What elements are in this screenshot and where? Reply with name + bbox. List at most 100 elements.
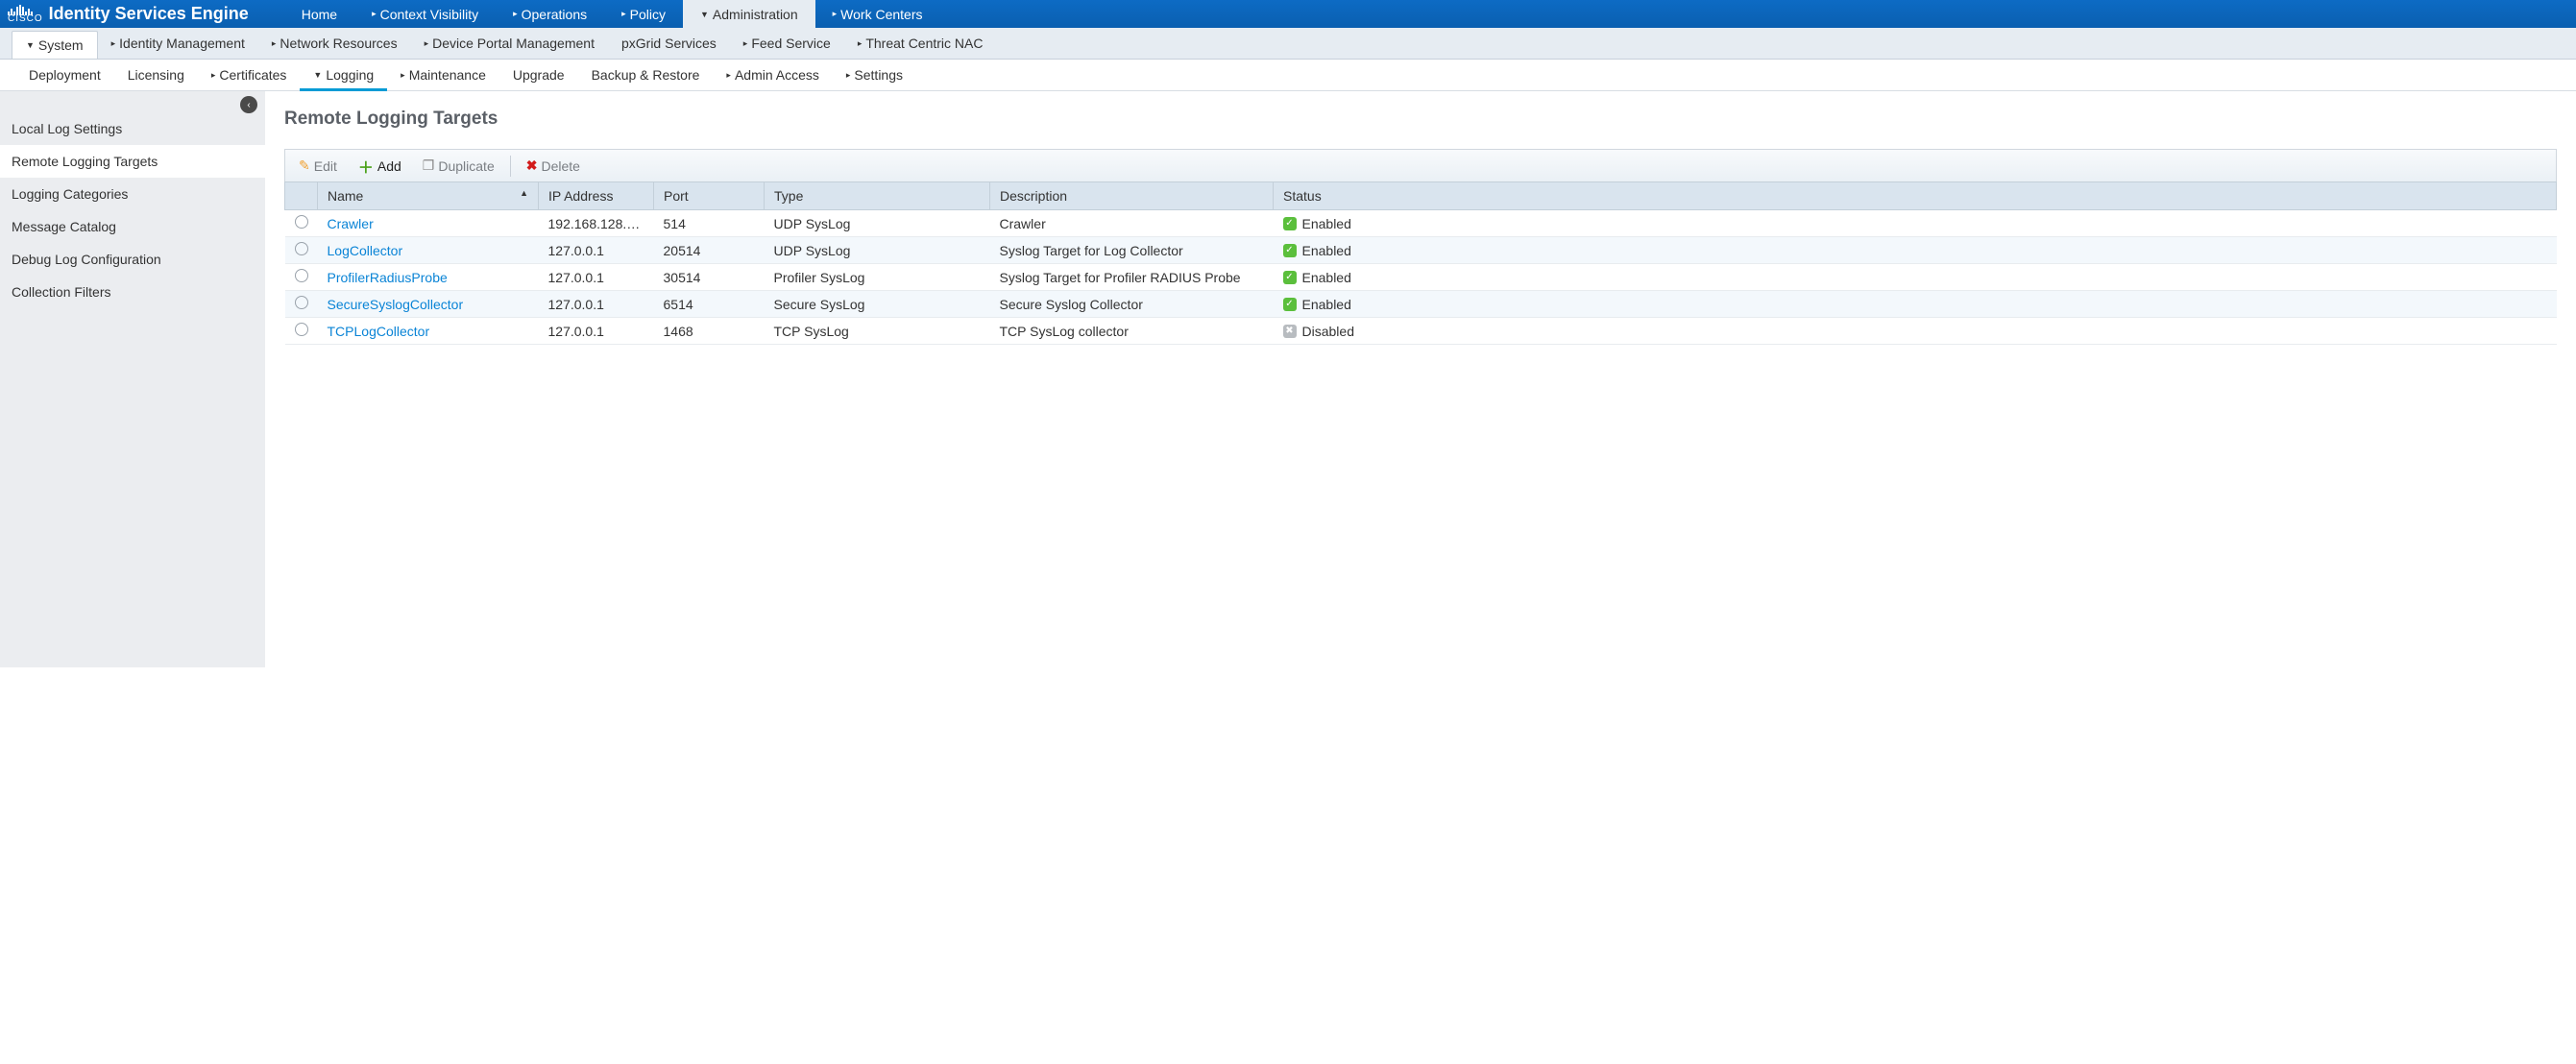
subsubnav-backup-&-restore[interactable]: Backup & Restore <box>578 60 714 90</box>
subsubnav-maintenance[interactable]: ▸Maintenance <box>387 60 499 90</box>
edit-label: Edit <box>314 158 337 174</box>
caret-right-icon: ▸ <box>372 9 377 19</box>
subsubnav-upgrade[interactable]: Upgrade <box>499 60 578 90</box>
disabled-icon: ✖ <box>1283 325 1297 338</box>
row-radio[interactable] <box>295 269 308 282</box>
page-title: Remote Logging Targets <box>284 109 2557 130</box>
subnav-threat-centric-nac[interactable]: ▸Threat Centric NAC <box>844 28 997 59</box>
subsubnav-admin-access[interactable]: ▸ Admin Access <box>713 60 832 90</box>
col-ip-label: IP Address <box>548 188 613 204</box>
nav-label: Threat Centric NAC <box>865 36 983 51</box>
duplicate-label: Duplicate <box>438 158 494 174</box>
delete-label: Delete <box>541 158 579 174</box>
target-name-link[interactable]: Crawler <box>328 216 374 231</box>
plus-icon: ＋ <box>358 155 374 178</box>
add-label: Add <box>377 158 401 174</box>
col-name[interactable]: Name ▲ <box>318 182 539 210</box>
targets-table: Name ▲ IP Address Port Type Description … <box>284 181 2557 345</box>
add-button[interactable]: ＋ Add <box>351 152 409 181</box>
subnav-feed-service[interactable]: ▸Feed Service <box>730 28 844 59</box>
topnav-administration[interactable]: ▼ Administration <box>683 0 815 28</box>
topnav-operations[interactable]: ▸Operations <box>496 0 604 28</box>
col-status[interactable]: Status <box>1274 182 2557 210</box>
nav-label: Context Visibility <box>380 7 478 22</box>
nav-label: Operations <box>522 7 587 22</box>
top-nav: Home▸Context Visibility▸Operations▸Polic… <box>284 0 940 28</box>
sub-sub-nav: Deployment Licensing ▸Certificates▼Logging… <box>0 60 2576 91</box>
nav-label: Feed Service <box>751 36 830 51</box>
col-type[interactable]: Type <box>765 182 990 210</box>
toolbar-separator <box>510 156 511 177</box>
status-text: Enabled <box>1302 270 1351 285</box>
topnav-home[interactable]: Home <box>284 0 354 28</box>
cell-description: TCP SysLog collector <box>990 318 1274 345</box>
nav-label: Licensing <box>128 67 184 83</box>
topnav-policy[interactable]: ▸Policy <box>604 0 683 28</box>
nav-label: Backup & Restore <box>592 67 700 83</box>
subnav-system[interactable]: ▼System <box>12 31 98 59</box>
subsubnav-settings[interactable]: ▸Settings <box>833 60 916 90</box>
caret-right-icon: ▸ <box>621 9 626 19</box>
caret-right-icon: ▸ <box>858 38 863 49</box>
col-status-label: Status <box>1283 188 1322 204</box>
cell-type: UDP SysLog <box>765 210 990 237</box>
logo-text: CISCO <box>8 13 43 24</box>
row-radio[interactable] <box>295 215 308 229</box>
subsubnav-certificates[interactable]: ▸Certificates <box>198 60 301 90</box>
sidebar-item-collection-filters[interactable]: Collection Filters <box>0 276 265 308</box>
cell-status: ✖Disabled <box>1283 324 2547 339</box>
topnav-work-centers[interactable]: ▸Work Centers <box>815 0 940 28</box>
subsubnav-licensing[interactable]: Licensing <box>114 60 198 90</box>
cell-port: 1468 <box>654 318 765 345</box>
subsubnav-logging[interactable]: ▼Logging <box>300 60 387 90</box>
check-icon: ✓ <box>1283 217 1297 230</box>
nav-label: Administration <box>713 7 798 22</box>
top-header: CISCO Identity Services Engine Home▸Cont… <box>0 0 2576 28</box>
cell-port: 20514 <box>654 237 765 264</box>
status-text: Enabled <box>1302 216 1351 231</box>
caret-down-icon: ▼ <box>700 10 709 19</box>
sidebar-item-message-catalog[interactable]: Message Catalog <box>0 210 265 243</box>
table-row: ProfilerRadiusProbe127.0.0.130514Profile… <box>285 264 2557 291</box>
col-port[interactable]: Port <box>654 182 765 210</box>
target-name-link[interactable]: TCPLogCollector <box>328 324 430 339</box>
cell-type: TCP SysLog <box>765 318 990 345</box>
check-icon: ✓ <box>1283 244 1297 257</box>
subsubnav-deployment[interactable]: Deployment <box>15 60 114 90</box>
status-text: Enabled <box>1302 297 1351 312</box>
subnav-network-resources[interactable]: ▸Network Resources <box>258 28 411 59</box>
sidebar-item-logging-categories[interactable]: Logging Categories <box>0 178 265 210</box>
caret-right-icon: ▸ <box>726 70 731 81</box>
row-radio[interactable] <box>295 296 308 309</box>
x-icon: ✖ <box>526 157 538 174</box>
sidebar-item-debug-log-configuration[interactable]: Debug Log Configuration <box>0 243 265 276</box>
nav-label: Deployment <box>29 67 101 83</box>
sidebar-item-local-log-settings[interactable]: Local Log Settings <box>0 112 265 145</box>
content-area: Remote Logging Targets ✎ Edit ＋ Add ❐ Du… <box>265 91 2576 667</box>
duplicate-button[interactable]: ❐ Duplicate <box>415 155 502 177</box>
topnav-context-visibility[interactable]: ▸Context Visibility <box>354 0 496 28</box>
row-radio[interactable] <box>295 323 308 336</box>
sidebar-item-remote-logging-targets[interactable]: Remote Logging Targets <box>0 145 265 178</box>
row-radio[interactable] <box>295 242 308 255</box>
target-name-link[interactable]: ProfilerRadiusProbe <box>328 270 448 285</box>
col-ip[interactable]: IP Address <box>539 182 654 210</box>
nav-label: Admin Access <box>735 67 819 83</box>
subnav-pxgrid-services[interactable]: pxGrid Services <box>608 28 730 59</box>
nav-label: Maintenance <box>409 67 486 83</box>
target-name-link[interactable]: LogCollector <box>328 243 403 258</box>
cell-description: Secure Syslog Collector <box>990 291 1274 318</box>
delete-button[interactable]: ✖ Delete <box>519 155 588 177</box>
target-name-link[interactable]: SecureSyslogCollector <box>328 297 464 312</box>
col-description[interactable]: Description <box>990 182 1274 210</box>
pencil-icon: ✎ <box>299 157 310 174</box>
collapse-sidebar-icon[interactable]: ‹ <box>240 96 257 113</box>
edit-button[interactable]: ✎ Edit <box>291 155 345 177</box>
subnav-device-portal-management[interactable]: ▸Device Portal Management <box>411 28 608 59</box>
cell-type: UDP SysLog <box>765 237 990 264</box>
subnav-identity-management[interactable]: ▸Identity Management <box>98 28 258 59</box>
table-row: SecureSyslogCollector127.0.0.16514Secure… <box>285 291 2557 318</box>
nav-label: Identity Management <box>119 36 245 51</box>
nav-label: Logging <box>326 67 374 83</box>
cell-ip: 127.0.0.1 <box>539 318 654 345</box>
